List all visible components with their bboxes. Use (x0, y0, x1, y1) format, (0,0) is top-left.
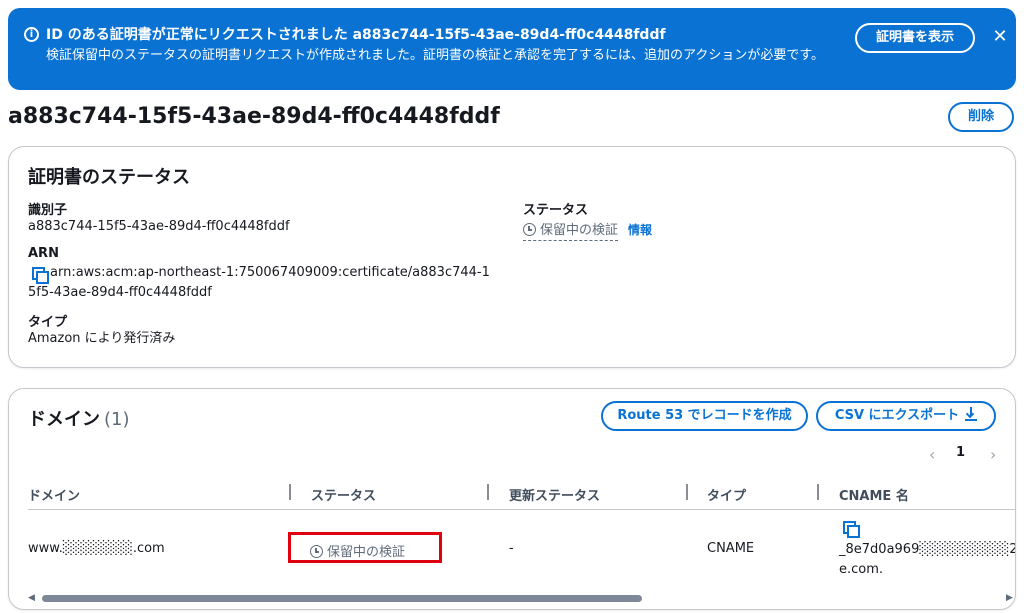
horizontal-scrollbar[interactable]: ◀ ▶ (28, 593, 1015, 603)
domains-container: ドメイン (1) Route 53 でレコードを作成 CSV にエクスポート ‹ … (8, 388, 1016, 610)
banner-title: ID のある証明書が正常にリクエストされました a883c744-15f5-43… (46, 27, 666, 43)
pagination-next[interactable]: › (990, 445, 996, 464)
status-value: 保留中の検証 (540, 223, 619, 238)
cname-name-line2: e.com. (839, 562, 884, 577)
renewal-status-cell: - (509, 541, 514, 556)
table-header-divider (28, 509, 1015, 510)
identifier-label: 識別子 (28, 203, 68, 218)
success-flash-banner: i ID のある証明書が正常にリクエストされました a883c744-15f5-… (8, 8, 1016, 90)
info-link[interactable]: 情報 (628, 221, 652, 238)
scroll-left-arrow[interactable]: ◀ (28, 593, 35, 603)
status-label: ステータス (523, 203, 589, 218)
column-header-type[interactable]: タイプ (707, 485, 746, 504)
domains-count: (1) (104, 409, 130, 430)
column-resizer[interactable] (289, 484, 291, 500)
info-icon: i (24, 27, 39, 42)
delete-button[interactable]: 削除 (948, 102, 1014, 132)
column-header-renewal-status[interactable]: 更新ステータス (509, 485, 600, 504)
arn-label: ARN (28, 246, 59, 261)
page-title: a883c744-15f5-43ae-89d4-ff0c4448fddf (8, 104, 500, 129)
create-route53-records-button[interactable]: Route 53 でレコードを作成 (601, 401, 808, 431)
export-csv-button[interactable]: CSV にエクスポート (816, 401, 996, 431)
banner-message: 検証保留中のステータスの証明書リクエストが作成されました。証明書の検証と承認を完… (46, 48, 825, 63)
view-certificate-button[interactable]: 証明書を表示 (855, 23, 975, 53)
copy-icon[interactable] (843, 521, 860, 538)
cname-name-line1: _8e7d0a969░░░░░░░░░2be53 (839, 542, 1015, 557)
type-cell: CNAME (707, 541, 755, 556)
column-resizer[interactable] (817, 484, 819, 500)
column-header-cname-name[interactable]: CNAME 名 (839, 485, 909, 504)
domains-title: ドメイン (1) (28, 409, 130, 430)
column-resizer[interactable] (487, 484, 489, 500)
scroll-right-arrow[interactable]: ▶ (1006, 593, 1013, 603)
status-pending-indicator[interactable]: 保留中の検証 (523, 219, 619, 241)
column-header-domain[interactable]: ドメイン (28, 485, 80, 504)
type-label: タイプ (28, 315, 68, 330)
domain-cell: www.░░░░░░░.com (28, 541, 165, 556)
status-card-title: 証明書のステータス (28, 167, 190, 188)
column-resizer[interactable] (686, 484, 688, 500)
download-icon (965, 407, 978, 421)
pagination-prev[interactable]: ‹ (929, 445, 935, 464)
type-value: Amazon により発行済み (28, 331, 176, 346)
arn-value: arn:aws:acm:ap-northeast-1:750067409009:… (28, 265, 490, 300)
identifier-value: a883c744-15f5-43ae-89d4-ff0c4448fddf (28, 219, 290, 234)
clock-icon (523, 223, 536, 236)
certificate-status-container: 証明書のステータス 識別子 a883c744-15f5-43ae-89d4-ff… (8, 146, 1016, 368)
column-header-status[interactable]: ステータス (311, 485, 376, 504)
close-icon[interactable]: ✕ (990, 25, 1010, 49)
pagination-page-1[interactable]: 1 (956, 445, 965, 460)
scrollbar-thumb[interactable] (42, 595, 642, 602)
highlight-annotation-box (288, 532, 442, 563)
